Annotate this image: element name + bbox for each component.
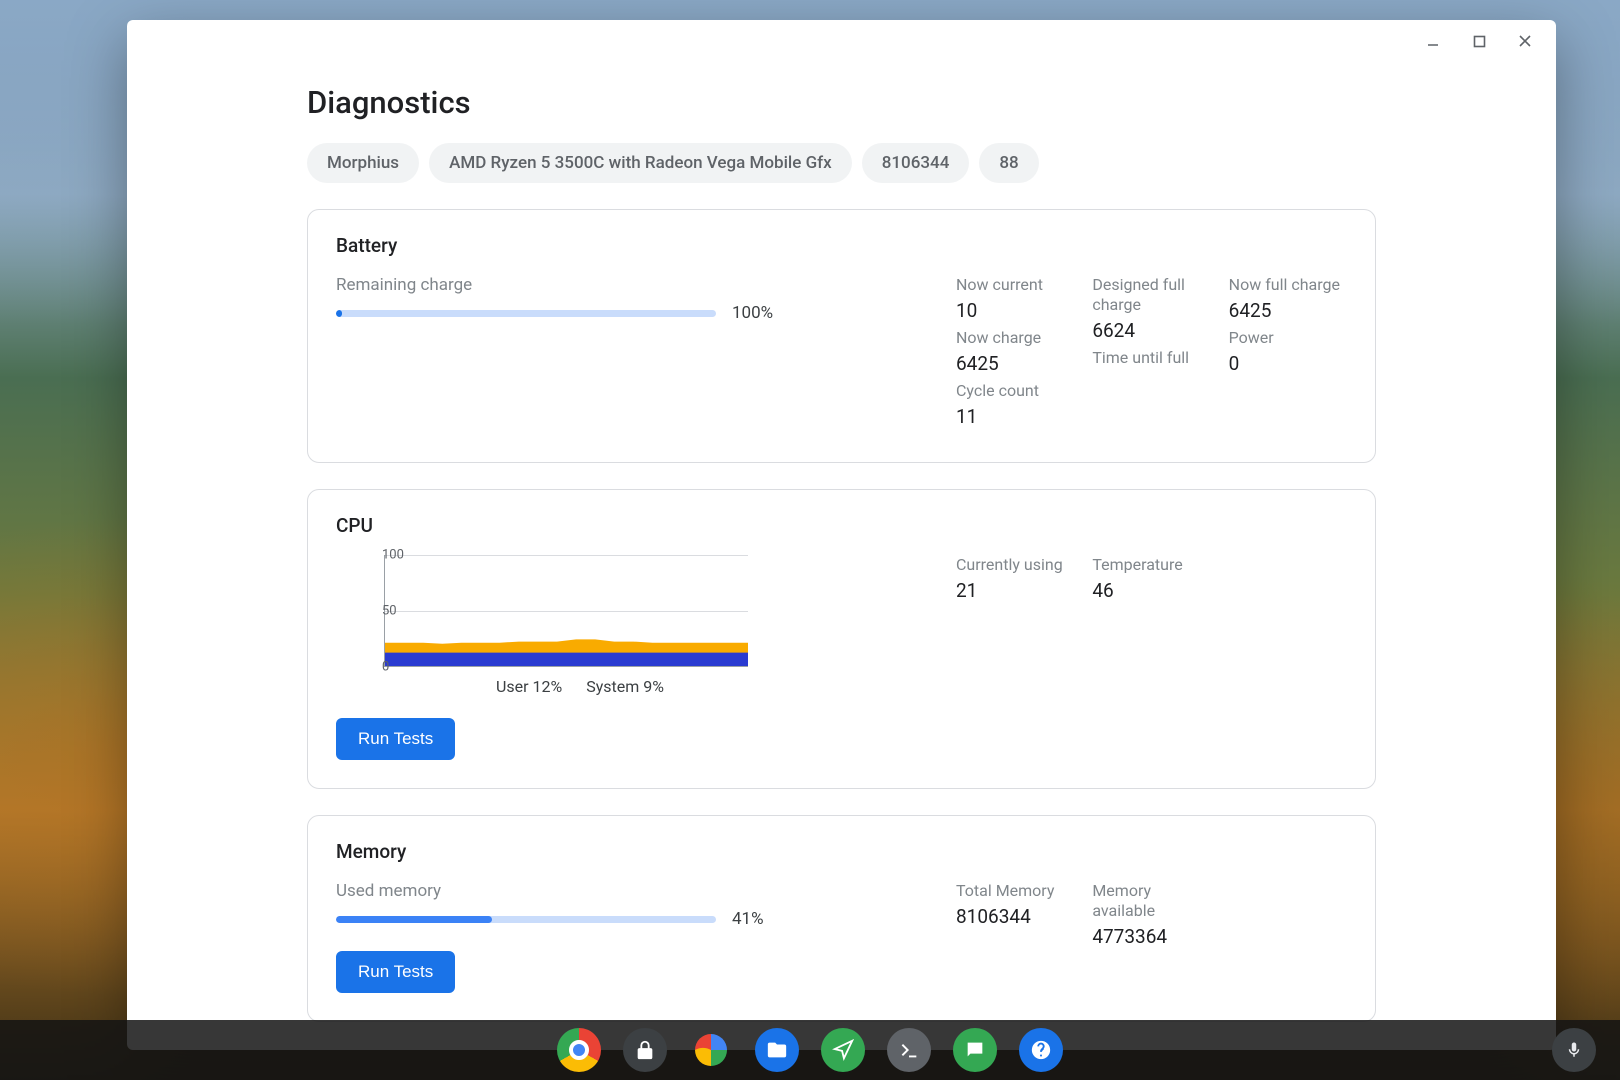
help-icon[interactable] [1019,1028,1063,1072]
memory-progress-track [336,916,716,923]
titlebar [127,20,1556,62]
total-memory-value: 8106344 [956,905,1074,928]
memory-progress: 41% [336,909,916,929]
shelf [0,1020,1620,1080]
maximize-icon [1473,35,1486,48]
chip-board[interactable]: Morphius [307,143,419,183]
chip-cpu[interactable]: AMD Ryzen 5 3500C with Radeon Vega Mobil… [429,143,852,183]
memory-available-label: Memory available [1092,881,1210,921]
now-current-label: Now current [956,275,1074,295]
now-charge-label: Now charge [956,328,1074,348]
close-button[interactable] [1504,20,1546,62]
memory-progress-fill [336,916,492,923]
maximize-button[interactable] [1458,20,1500,62]
cpu-legend-system-label: System [586,677,639,696]
cpu-legend: User 12% System 9% [496,677,916,696]
now-charge-value: 6425 [956,352,1074,375]
now-full-value: 6425 [1229,299,1347,322]
cycle-count-value: 11 [956,405,1074,428]
photos-icon[interactable] [689,1028,733,1072]
designed-full-label: Designed full charge [1092,275,1210,315]
battery-progress-track [336,310,716,317]
remaining-charge-label: Remaining charge [336,275,916,295]
battery-progress: 100% [336,303,916,323]
mic-button[interactable] [1552,1028,1596,1072]
currently-using-value: 21 [956,579,1074,602]
diagnostics-window: Diagnostics Morphius AMD Ryzen 5 3500C w… [127,20,1556,1050]
cpu-usage-chart: 100 50 0 [348,555,748,667]
time-until-full-value [1092,372,1210,395]
time-until-full-label: Time until full [1092,348,1210,368]
chip-memory[interactable]: 8106344 [862,143,970,183]
cpu-legend-system-value: 9% [643,677,664,696]
memory-card: Memory Used memory 41% Run Tests Total M… [307,815,1376,1022]
currently-using-label: Currently using [956,555,1074,575]
memory-available-value: 4773364 [1092,925,1210,948]
battery-stats: Now current 10 Now charge 6425 Cycle cou… [956,275,1347,434]
chip-version[interactable]: 88 [979,143,1038,183]
chrome-icon[interactable] [557,1028,601,1072]
cpu-legend-user-label: User [496,677,529,696]
info-chips: Morphius AMD Ryzen 5 3500C with Radeon V… [307,143,1376,183]
cpu-stats: Currently using 21 Temperature 46 [956,555,1347,760]
messages-icon[interactable] [953,1028,997,1072]
power-label: Power [1229,328,1347,348]
temperature-value: 46 [1092,579,1210,602]
cpu-run-tests-button[interactable]: Run Tests [336,718,455,760]
minimize-icon [1426,34,1440,48]
close-icon [1518,34,1532,48]
battery-progress-fill [336,310,342,317]
used-memory-label: Used memory [336,881,916,901]
mic-icon [1565,1041,1583,1059]
page-title: Diagnostics [307,84,1376,121]
cpu-card: CPU 100 50 0 User [307,489,1376,789]
memory-stats: Total Memory 8106344 Memory available 47… [956,881,1347,993]
memory-progress-text: 41% [732,909,764,929]
memory-left: Used memory 41% Run Tests [336,881,916,993]
cpu-legend-user-value: 12% [533,677,563,696]
cpu-title: CPU [336,514,1347,537]
now-current-value: 10 [956,299,1074,322]
battery-card: Battery Remaining charge 100% Now curren… [307,209,1376,463]
cycle-count-label: Cycle count [956,381,1074,401]
content-scroll[interactable]: Diagnostics Morphius AMD Ryzen 5 3500C w… [127,62,1556,1050]
battery-title: Battery [336,234,1347,257]
designed-full-value: 6624 [1092,319,1210,342]
memory-run-tests-button[interactable]: Run Tests [336,951,455,993]
battery-left: Remaining charge 100% [336,275,916,434]
battery-progress-text: 100% [732,303,773,323]
temperature-label: Temperature [1092,555,1210,575]
lock-icon[interactable] [623,1028,667,1072]
terminal-icon[interactable] [887,1028,931,1072]
minimize-button[interactable] [1412,20,1454,62]
total-memory-label: Total Memory [956,881,1074,901]
memory-title: Memory [336,840,1347,863]
cpu-left: 100 50 0 User 12% System 9% [336,555,916,760]
navigation-icon[interactable] [821,1028,865,1072]
power-value: 0 [1229,352,1347,375]
now-full-label: Now full charge [1229,275,1347,295]
files-icon[interactable] [755,1028,799,1072]
